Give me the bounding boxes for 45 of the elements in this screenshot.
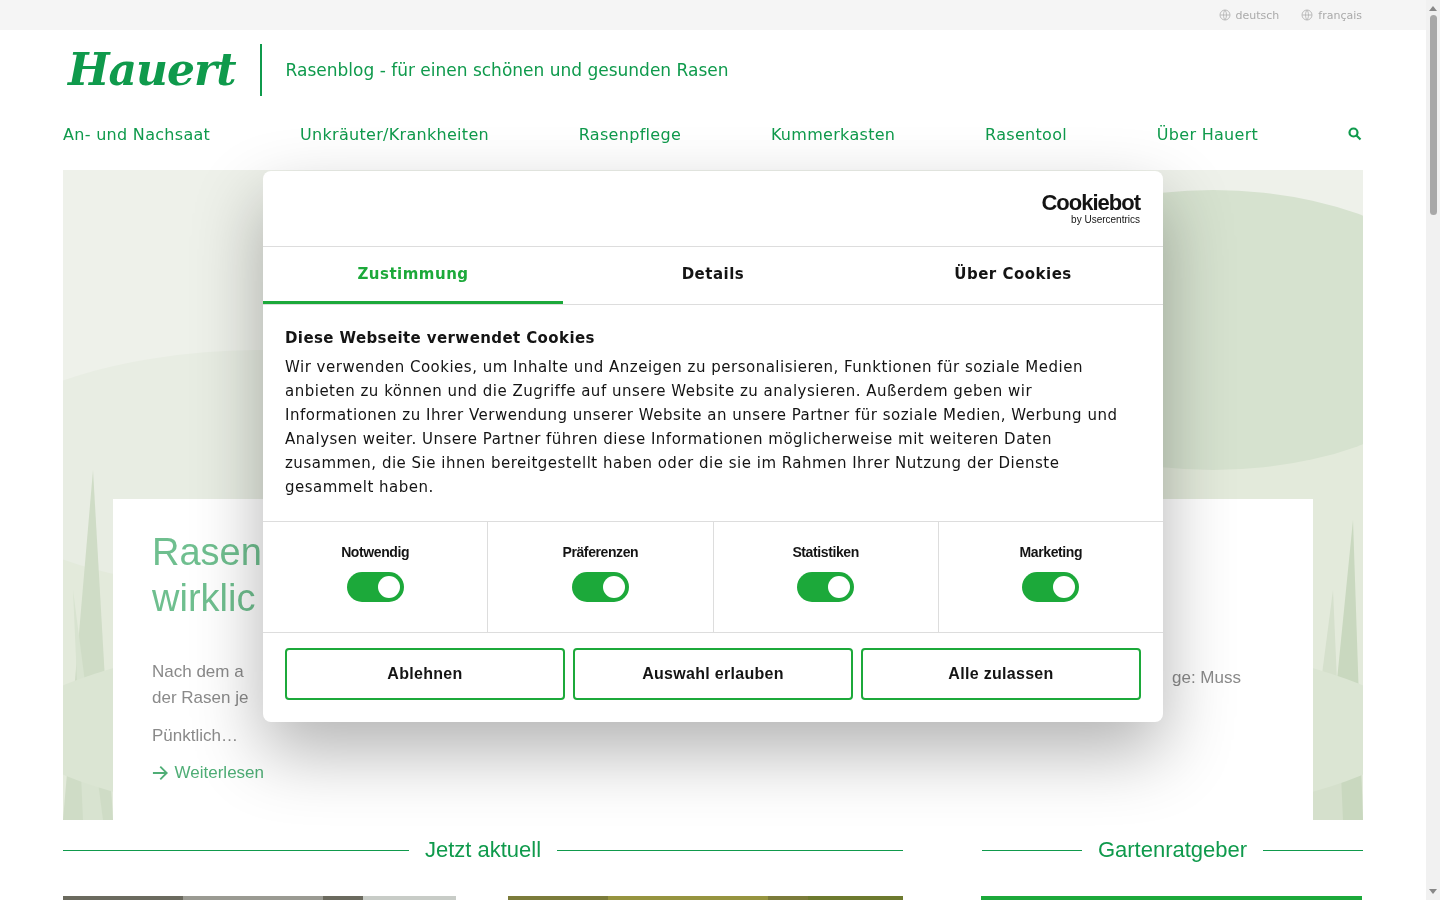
- dialog-text: Wir verwenden Cookies, um Inhalte und Anzeigen zu personalisieren, Funktionen für soziale Medien anbieten zu können und die Zugriffe auf unsere Website zu analysieren. Außerdem geben wir Informationen zu Ihrer Verwendung unserer Website an unsere Partner für soziale Medien, Werbung und Analysen weiter. Unsere Partner führen diese Informationen möglicherweise mit weiteren Daten zusammen, die Sie ihnen bereitgestellt haben oder die sie im Rahmen Ihrer Nutzung der Dienste gesammelt haben.: [285, 357, 1119, 498]
- arrow-icon: [152, 765, 169, 781]
- toggle-switch[interactable]: [346, 572, 404, 602]
- article-text: ge: Muss: [1172, 667, 1241, 689]
- consent-button[interactable]: Auswahl erlauben: [573, 648, 853, 700]
- category-label: Notwendig: [341, 544, 410, 560]
- toggle-switch[interactable]: [797, 572, 855, 602]
- dialog-tab[interactable]: Über Cookies: [863, 247, 1163, 304]
- scroll-up-icon[interactable]: [1429, 6, 1437, 11]
- nav-link[interactable]: Über Hauert: [1156, 124, 1259, 144]
- consent-button[interactable]: Ablehnen: [285, 648, 565, 700]
- article-text: Nach dem a: [152, 661, 245, 683]
- hauert-logo[interactable]: Hauert: [68, 44, 262, 96]
- toggle-switch[interactable]: [1022, 572, 1080, 602]
- consent-button[interactable]: Alle zulassen: [861, 648, 1141, 700]
- dialog-tab[interactable]: Details: [563, 247, 863, 304]
- globe-icon: [1218, 9, 1231, 21]
- scroll-down-icon[interactable]: [1429, 889, 1437, 894]
- cookiebot-logo: Cookiebot: [1041, 192, 1140, 214]
- language-link[interactable]: français: [1301, 8, 1362, 22]
- blog-tagline: Rasenblog - für einen schönen und gesunden Rasen: [285, 60, 729, 80]
- language-link[interactable]: deutsch: [1218, 8, 1280, 22]
- article-text: der Rasen je: [152, 687, 250, 709]
- nav-link[interactable]: Unkräuter/Krankheiten: [300, 124, 489, 144]
- dialog-tab[interactable]: Zustimmung: [263, 247, 563, 304]
- article-title: Rasen: [152, 530, 263, 575]
- section-heading: Gartenratgeber: [1097, 837, 1248, 863]
- nav-link[interactable]: Rasenpflege: [578, 124, 682, 144]
- nav-link[interactable]: Rasentool: [985, 124, 1067, 144]
- scrollbar[interactable]: [1426, 0, 1440, 900]
- globe-icon: [1301, 9, 1314, 21]
- scrollbar-thumb[interactable]: [1429, 15, 1437, 215]
- read-more-link[interactable]: Weiterlesen: [152, 763, 264, 783]
- article-title: wirklic: [152, 576, 257, 621]
- category-label: Statistiken: [792, 544, 859, 560]
- category-label: Marketing: [1019, 544, 1083, 560]
- section-heading: Jetzt aktuell: [424, 837, 542, 863]
- cookiebot-byline: by Usercentrics: [1071, 214, 1140, 225]
- category-label: Präferenzen: [562, 544, 639, 560]
- toggle-switch[interactable]: [571, 572, 629, 602]
- nav-link[interactable]: An- und Nachsaat: [63, 124, 211, 144]
- nav-link[interactable]: Kummerkasten: [770, 124, 896, 144]
- dialog-title: Diese Webseite verwendet Cookies: [285, 329, 596, 347]
- search-icon[interactable]: [1347, 127, 1362, 141]
- article-teaser: Pünktlich…: [152, 725, 239, 747]
